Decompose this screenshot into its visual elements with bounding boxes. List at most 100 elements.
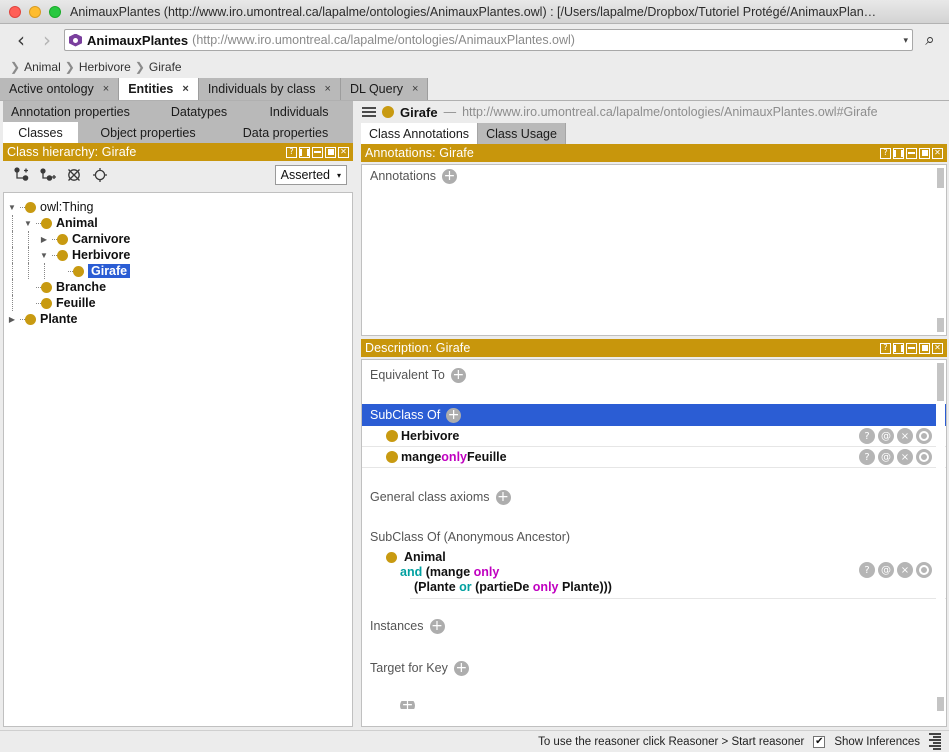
ontology-uri-field[interactable]: AnimauxPlantes (http://www.iro.umontreal… <box>64 29 913 51</box>
tree-node-girafe[interactable]: Girafe <box>4 263 352 279</box>
back-icon[interactable]: ‹ <box>8 27 34 53</box>
window-titlebar: AnimauxPlantes (http://www.iro.umontreal… <box>0 0 949 24</box>
add-button-partial[interactable]: + <box>400 701 415 709</box>
twisty-icon[interactable]: ▶ <box>36 235 52 244</box>
help-icon[interactable]: ? <box>880 343 891 354</box>
close-panel-icon[interactable]: ✕ <box>338 147 349 158</box>
delete-icon[interactable]: × <box>897 449 913 465</box>
instances-section: Instances + <box>362 615 946 637</box>
description-scrollbar[interactable] <box>936 361 945 725</box>
add-instance-button[interactable]: + <box>430 619 445 634</box>
breadcrumb-item-herbivore[interactable]: Herbivore <box>79 60 131 74</box>
add-subclass-icon[interactable] <box>9 164 35 186</box>
annotations-scrollbar[interactable] <box>936 166 945 334</box>
close-icon[interactable]: × <box>412 83 418 95</box>
tab-label: Entities <box>128 82 173 96</box>
maximize-panel-icon[interactable] <box>325 147 336 158</box>
search-icon[interactable]: ⌕ <box>919 29 941 51</box>
help-icon[interactable]: ? <box>286 147 297 158</box>
breadcrumb-separator: ❯ <box>65 60 75 74</box>
show-inferences-checkbox[interactable]: ✔ <box>813 736 825 748</box>
tab-annotation-properties[interactable]: Annotation properties <box>3 101 153 122</box>
axiom-text-part: mange <box>401 450 441 464</box>
tree-node-animal[interactable]: ▼ Animal <box>4 215 352 231</box>
explain-icon[interactable]: ? <box>859 562 875 578</box>
tree-node-owl-thing[interactable]: ▼ owl:Thing <box>4 199 352 215</box>
edit-icon[interactable] <box>916 562 932 578</box>
forward-icon[interactable]: › <box>34 27 60 53</box>
annotate-icon[interactable]: @ <box>878 562 894 578</box>
anon-text: Plante))) <box>559 580 612 594</box>
class-hierarchy-tree[interactable]: ▼ owl:Thing ▼ Animal ▶ Carnivore <box>3 192 353 727</box>
delete-icon[interactable]: × <box>897 428 913 444</box>
reasoner-view-select[interactable]: Asserted ▾ <box>275 165 347 185</box>
minimize-panel-icon[interactable] <box>906 148 917 159</box>
menu-icon[interactable] <box>362 107 376 117</box>
tab-class-annotations[interactable]: Class Annotations <box>361 123 478 144</box>
edit-icon[interactable] <box>916 428 932 444</box>
twisty-icon[interactable]: ▼ <box>4 203 20 212</box>
subclass-axiom-herbivore[interactable]: Herbivore ? @ × <box>362 426 946 447</box>
close-icon[interactable]: × <box>182 83 188 95</box>
tab-individuals-by-class[interactable]: Individuals by class × <box>199 78 341 100</box>
tab-class-usage[interactable]: Class Usage <box>478 123 566 144</box>
add-superclass-button[interactable]: + <box>446 408 461 423</box>
delete-icon[interactable]: × <box>897 562 913 578</box>
scrollbar-thumb-top[interactable] <box>937 168 944 188</box>
target-class-icon[interactable] <box>87 164 113 186</box>
scrollbar-thumb-bottom[interactable] <box>937 318 944 332</box>
close-panel-icon[interactable]: ✕ <box>932 148 943 159</box>
tree-node-branche[interactable]: Branche <box>4 279 352 295</box>
breadcrumb-item-girafe[interactable]: Girafe <box>149 60 182 74</box>
tree-node-feuille[interactable]: Feuille <box>4 295 352 311</box>
tree-node-herbivore[interactable]: ▼ Herbivore <box>4 247 352 263</box>
list-icon[interactable] <box>929 733 941 750</box>
twisty-icon[interactable]: ▼ <box>36 251 52 260</box>
spacer <box>362 508 946 526</box>
twisty-icon[interactable]: ▼ <box>20 219 36 228</box>
tab-object-properties[interactable]: Object properties <box>78 122 218 143</box>
annotate-icon[interactable]: @ <box>878 428 894 444</box>
tab-label: Class Usage <box>486 127 557 141</box>
subclass-axiom-mange-only-feuille[interactable]: mange only Feuille ? @ × <box>362 447 946 468</box>
tab-individuals[interactable]: Individuals <box>245 101 353 122</box>
breadcrumb-item-animal[interactable]: Animal <box>24 60 61 74</box>
split-view-icon[interactable] <box>893 148 904 159</box>
minimize-panel-icon[interactable] <box>906 343 917 354</box>
split-view-icon[interactable] <box>893 343 904 354</box>
explain-icon[interactable]: ? <box>859 449 875 465</box>
tree-node-plante[interactable]: ▶ Plante <box>4 311 352 327</box>
tab-entities[interactable]: Entities × <box>119 78 199 100</box>
add-annotation-button[interactable]: + <box>442 169 457 184</box>
maximize-panel-icon[interactable] <box>919 343 930 354</box>
tab-classes[interactable]: Classes <box>3 122 78 143</box>
anonymous-ancestor-axiom[interactable]: Animal and (mange only (Plante or (parti… <box>362 548 946 599</box>
subclass-of-section[interactable]: SubClass Of + <box>362 404 946 426</box>
add-general-class-axiom-button[interactable]: + <box>496 490 511 505</box>
chevron-down-icon[interactable]: ▾ <box>897 35 908 46</box>
class-icon <box>386 451 398 463</box>
explain-icon[interactable]: ? <box>859 428 875 444</box>
next-section-partial: + <box>362 701 946 709</box>
add-target-for-key-button[interactable]: + <box>454 661 469 676</box>
add-sibling-class-icon[interactable] <box>35 164 61 186</box>
tab-active-ontology[interactable]: Active ontology × <box>0 78 119 100</box>
scrollbar-thumb-top[interactable] <box>937 363 944 401</box>
maximize-panel-icon[interactable] <box>919 148 930 159</box>
tab-dl-query[interactable]: DL Query × <box>341 78 428 100</box>
help-icon[interactable]: ? <box>880 148 891 159</box>
close-panel-icon[interactable]: ✕ <box>932 343 943 354</box>
close-icon[interactable]: × <box>103 83 109 95</box>
tree-node-carnivore[interactable]: ▶ Carnivore <box>4 231 352 247</box>
split-view-icon[interactable] <box>299 147 310 158</box>
add-equivalent-class-button[interactable]: + <box>451 368 466 383</box>
annotate-icon[interactable]: @ <box>878 449 894 465</box>
tab-datatypes[interactable]: Datatypes <box>153 101 245 122</box>
close-icon[interactable]: × <box>325 83 331 95</box>
edit-icon[interactable] <box>916 449 932 465</box>
delete-class-icon[interactable] <box>61 164 87 186</box>
tab-data-properties[interactable]: Data properties <box>218 122 353 143</box>
scrollbar-thumb-bottom[interactable] <box>937 697 944 711</box>
twisty-icon[interactable]: ▶ <box>4 315 20 324</box>
minimize-panel-icon[interactable] <box>312 147 323 158</box>
